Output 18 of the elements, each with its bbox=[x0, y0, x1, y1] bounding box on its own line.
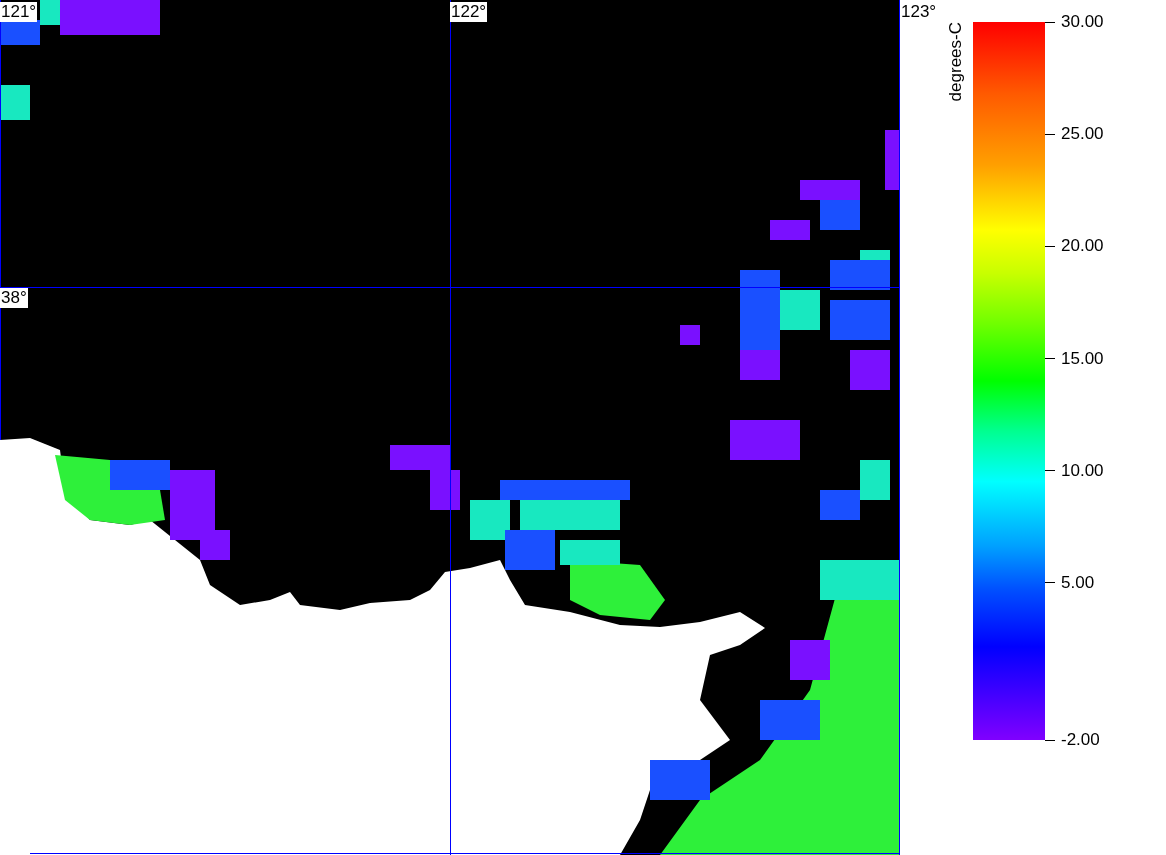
tick-mark bbox=[1045, 470, 1055, 472]
tick-label: -2.00 bbox=[1061, 730, 1100, 750]
tick-mark bbox=[1045, 245, 1055, 247]
tick-label: 30.00 bbox=[1061, 12, 1104, 32]
tick-mark bbox=[1045, 133, 1055, 135]
tick-mark bbox=[1045, 582, 1055, 584]
tick-mark bbox=[1045, 739, 1055, 741]
tick-label: 20.00 bbox=[1061, 236, 1104, 257]
tick-label: 5.00 bbox=[1061, 572, 1095, 593]
tick-label: 25.00 bbox=[1061, 124, 1104, 145]
tick-label: 10.00 bbox=[1061, 460, 1104, 481]
colorbar-title: degrees-C bbox=[946, 22, 966, 102]
tick-mark bbox=[1045, 358, 1055, 360]
longitude-label: 122° bbox=[450, 2, 488, 22]
tick-mark bbox=[1045, 21, 1055, 23]
latitude-label: 38° bbox=[0, 288, 28, 308]
longitude-label: 121° bbox=[0, 2, 38, 22]
tick-label: 15.00 bbox=[1061, 348, 1104, 369]
